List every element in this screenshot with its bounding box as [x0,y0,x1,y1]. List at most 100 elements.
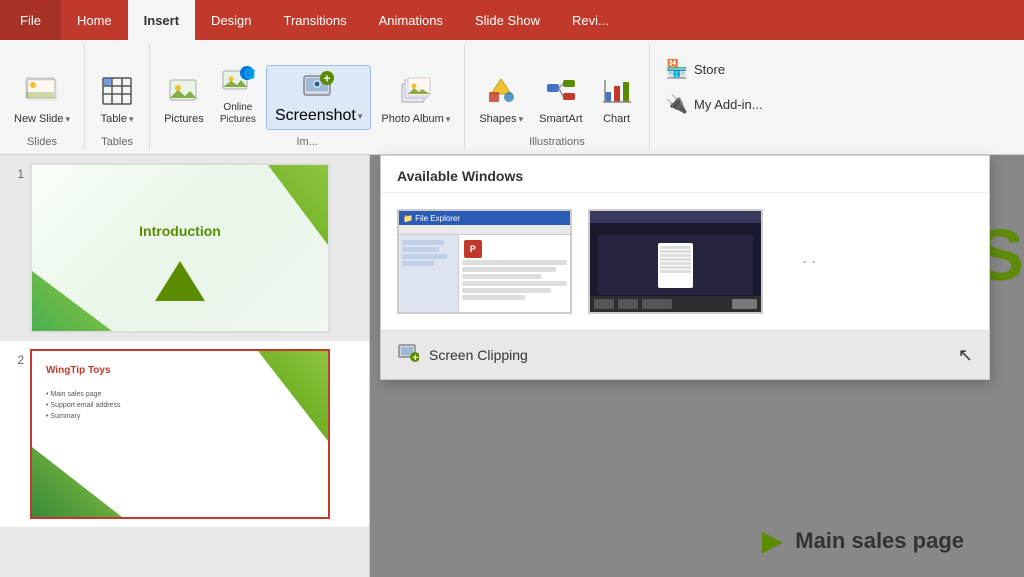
new-slide-dropdown-arrow[interactable]: ▾ [66,114,71,125]
tab-slideshow[interactable]: Slide Show [459,0,556,40]
main-sales-arrow-icon: ▶ [762,524,784,557]
taskbar-item-3 [642,299,672,309]
new-slide-button[interactable]: New Slide ▾ [8,70,76,130]
table-dropdown-arrow[interactable]: ▾ [129,114,134,125]
screenshot-icon: + [301,70,337,107]
shapes-dropdown-arrow[interactable]: ▾ [519,114,524,125]
addins-group-items: 🏪 Store 🔌 My Add-in... [658,44,771,134]
tables-group-items: Table ▾ [93,44,141,134]
screenshot-button[interactable]: + Screenshot ▾ [266,65,371,130]
window-thumbnail-2[interactable] [588,209,763,314]
images-group-label: Im... [292,134,321,150]
slide1-triangle-shape [155,261,205,301]
screen-clipping-button[interactable]: + Screen Clipping ↖ [381,330,989,379]
slide1-background: Introduction [32,165,328,331]
illustrations-group-label: Illustrations [525,134,589,150]
taskbar-item-2 [618,299,638,309]
window-thumb2-area [598,235,753,295]
my-addins-label: My Add-in... [694,97,763,112]
slide1-deco-topright [268,165,328,245]
slide-thumb-1: Introduction [30,163,330,333]
ribbon-body: New Slide ▾ Slides [0,40,1024,155]
screen-clipping-label: Screen Clipping [429,347,528,363]
tab-review[interactable]: Revi... [556,0,625,40]
slide2-title: WingTip Toys [46,365,111,376]
slide-panel: 1 Introduction 2 WingTip Toys Mai [0,155,370,577]
photo-album-dropdown-arrow[interactable]: ▾ [446,114,451,125]
table-button[interactable]: Table ▾ [93,72,141,130]
online-pictures-icon: 🌐 [221,65,255,100]
slide-number-1: 1 [8,167,24,181]
slide2-bullet-1: Main sales page [46,391,120,398]
new-slide-icon [24,74,60,111]
smartart-label: SmartArt [539,113,582,126]
cursor-indicator: ↖ [958,345,973,366]
ribbon-group-images: Pictures 🌐 OnlinePictures [150,44,465,150]
shapes-label: Shapes [479,113,516,126]
tab-file[interactable]: File [0,0,61,40]
slide1-deco-bottomleft [32,271,112,331]
ribbon-group-addins: 🏪 Store 🔌 My Add-in... [650,44,779,150]
smartart-icon [545,76,577,111]
window-thumb1-bg: 📁 File Explorer [399,211,570,312]
tab-insert[interactable]: Insert [128,0,195,40]
photo-album-label: Photo Album [381,113,443,126]
chart-label: Chart [603,113,630,126]
addins-group-label [709,134,720,150]
window-thumb1-titlebar: 📁 File Explorer [399,211,570,225]
slide2-bullet-2: Support email address [46,402,120,409]
ribbon-group-slides: New Slide ▾ Slides [0,44,85,150]
tab-animations[interactable]: Animations [363,0,459,40]
photo-album-button[interactable]: Photo Album ▾ [375,72,456,130]
shapes-button[interactable]: Shapes ▾ [473,72,529,130]
slide-item-1[interactable]: 1 Introduction [0,155,369,341]
store-button[interactable]: 🏪 Store [658,55,734,84]
svg-text:+: + [413,353,419,363]
slide-number-2: 2 [8,353,24,367]
slide-item-2[interactable]: 2 WingTip Toys Main sales page Support e… [0,341,369,527]
taskbar-item-1 [594,299,614,309]
slides-group-label: Slides [23,134,61,150]
pictures-button[interactable]: Pictures [158,72,210,130]
window-thumb1-main: P [459,235,570,312]
svg-text:+: + [323,72,330,86]
pictures-label: Pictures [164,113,204,126]
screenshot-dropdown: Available Windows 📁 File Explorer [380,155,990,380]
screenshot-label: Screenshot [275,107,356,125]
tables-group-label: Tables [97,134,137,150]
chart-button[interactable]: Chart [593,72,641,130]
svg-text:🌐: 🌐 [244,67,255,80]
store-label: Store [694,62,725,77]
slide1-title: Introduction [139,223,221,239]
shapes-icon [485,76,517,111]
window-thumbnail-1[interactable]: 📁 File Explorer [397,209,572,314]
table-label: Table [101,113,127,126]
illustrations-group-items: Shapes ▾ SmartArt [473,44,640,134]
store-icon: 🏪 [666,59,688,80]
online-pictures-button[interactable]: 🌐 OnlinePictures [214,61,262,130]
chart-icon [601,76,633,111]
loading-indicator: ·· [779,209,839,314]
screenshot-dropdown-arrow[interactable]: ▾ [358,111,363,122]
dropdown-windows-area: 📁 File Explorer [381,193,989,330]
main-sales-text: Main sales page [795,528,964,554]
my-addins-button[interactable]: 🔌 My Add-in... [658,90,771,119]
slide2-bullet-3: Summary [46,413,120,420]
slide2-bullets: Main sales page Support email address Su… [46,391,120,424]
main-sales-section: ▶ Main sales page [762,524,964,557]
taskbar-item-clock [732,299,757,309]
slide-thumb-2: WingTip Toys Main sales page Support ema… [30,349,330,519]
slide2-deco-topright [258,351,328,441]
tab-transitions[interactable]: Transitions [268,0,363,40]
tab-home[interactable]: Home [61,0,128,40]
window-thumb1-content: P [399,235,570,312]
table-icon [101,76,133,111]
slide2-background: WingTip Toys Main sales page Support ema… [32,351,328,517]
online-pictures-label: OnlinePictures [220,102,256,126]
addins-icon: 🔌 [666,94,688,115]
tab-design[interactable]: Design [195,0,267,40]
smartart-button[interactable]: SmartArt [533,72,588,130]
window-thumb2-titlebar [590,211,761,223]
ribbon-group-illustrations: Shapes ▾ SmartArt [465,44,649,150]
images-group-items: Pictures 🌐 OnlinePictures [158,44,456,134]
